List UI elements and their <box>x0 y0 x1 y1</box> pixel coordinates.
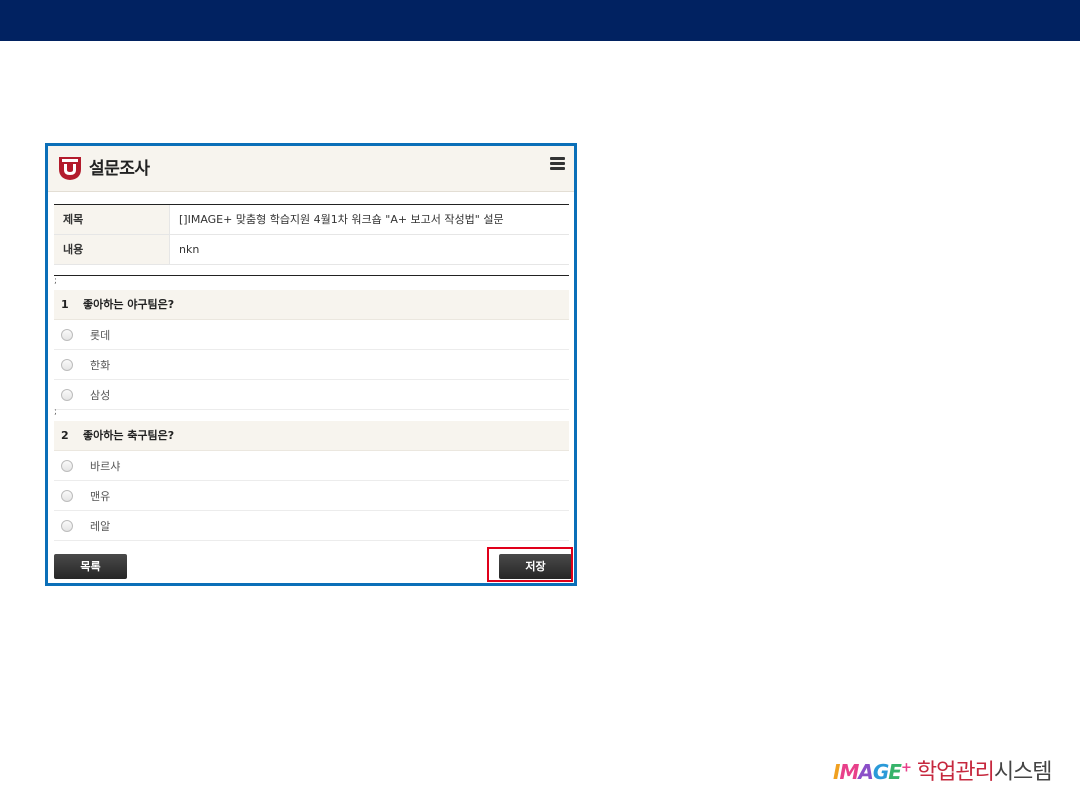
radio-button[interactable] <box>61 328 73 341</box>
question-block-2: ; 2 좋아하는 축구팀은? 바르샤 맨유 레알 <box>54 407 569 541</box>
question-block-1: ; 1 좋아하는 야구팀은? 롯데 한화 삼성 <box>54 275 569 410</box>
survey-info-table: 제목 []IMAGE+ 맞춤형 학습지원 4월1차 워크숍 "A+ 보고서 작성… <box>54 204 569 265</box>
top-banner <box>0 0 1080 41</box>
content-value: nkn <box>179 243 200 256</box>
answer-option[interactable]: 롯데 <box>54 320 569 350</box>
content-label: 내용 <box>54 235 170 264</box>
page-title: 설문조사 <box>89 159 150 179</box>
option-label: 레알 <box>90 519 111 533</box>
brand-text-dark: 시스템 <box>993 760 1053 785</box>
radio-button[interactable] <box>61 388 73 401</box>
radio-button[interactable] <box>61 519 73 532</box>
option-label: 한화 <box>90 358 111 372</box>
hamburger-menu-icon[interactable] <box>550 157 565 171</box>
question-number: 1 <box>61 298 69 311</box>
save-button-highlight <box>487 547 573 582</box>
answer-option[interactable]: 레알 <box>54 511 569 541</box>
answer-option[interactable]: 맨유 <box>54 481 569 511</box>
brand-text-red: 학업관리 <box>916 760 995 785</box>
answer-option[interactable]: 삼성 <box>54 380 569 410</box>
radio-button[interactable] <box>61 489 73 502</box>
subject-value: []IMAGE+ 맞춤형 학습지원 4월1차 워크숍 "A+ 보고서 작성법" … <box>179 213 504 226</box>
question-separator: ; <box>54 276 58 286</box>
panel-header: 설문조사 <box>48 146 574 192</box>
subject-row: 제목 []IMAGE+ 맞춤형 학습지원 4월1차 워크숍 "A+ 보고서 작성… <box>54 205 569 235</box>
option-label: 바르샤 <box>90 459 121 473</box>
question-number: 2 <box>61 429 69 442</box>
option-label: 삼성 <box>90 388 111 402</box>
university-emblem-icon <box>59 157 81 180</box>
question-separator: ; <box>54 407 58 417</box>
survey-panel: 설문조사 제목 []IMAGE+ 맞춤형 학습지원 4월1차 워크숍 "A+ 보… <box>45 143 577 586</box>
radio-button[interactable] <box>61 358 73 371</box>
brand-logo: IMAGE+ 학업관리 시스템 <box>833 754 1053 785</box>
content-row: 내용 nkn <box>54 235 569 265</box>
brand-image-plus: IMAGE+ <box>833 760 912 784</box>
subject-label: 제목 <box>54 205 170 234</box>
answer-option[interactable]: 한화 <box>54 350 569 380</box>
question-text: 좋아하는 야구팀은? <box>83 298 175 311</box>
question-text: 좋아하는 축구팀은? <box>83 429 175 442</box>
answer-option[interactable]: 바르샤 <box>54 451 569 481</box>
option-label: 맨유 <box>90 489 111 503</box>
question-header: 1 좋아하는 야구팀은? <box>54 290 569 320</box>
radio-button[interactable] <box>61 459 73 472</box>
question-header: 2 좋아하는 축구팀은? <box>54 421 569 451</box>
list-button[interactable]: 목록 <box>54 554 127 579</box>
option-label: 롯데 <box>90 328 111 342</box>
